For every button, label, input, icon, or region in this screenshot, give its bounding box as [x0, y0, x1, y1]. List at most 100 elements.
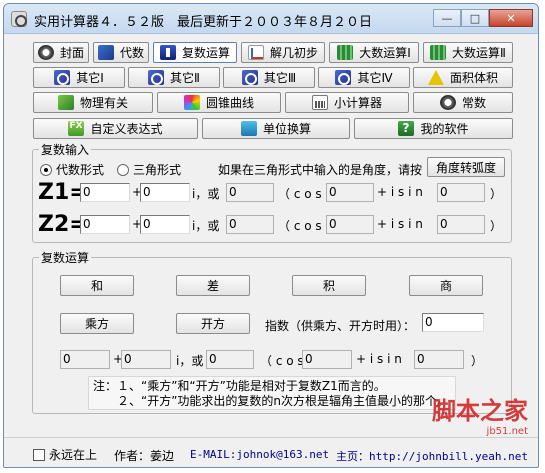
result-cos-arg-field[interactable]: 0 — [302, 350, 352, 369]
nav-area-button[interactable]: 面积体积 — [413, 67, 513, 88]
checkbox-label: 永远在上 — [49, 448, 98, 462]
result-modulus-field[interactable]: 0 — [206, 350, 254, 369]
nav-label: 其它Ⅱ — [170, 71, 200, 85]
note-line-1: 注：１、“乘方”和“开方”功能是相对于复数Z1而言的。 — [93, 379, 386, 393]
radio-unselected — [117, 163, 129, 176]
radio-selected — [40, 163, 52, 176]
nav-analytic-button[interactable]: 解几初步 — [241, 42, 325, 63]
fx-icon — [68, 121, 85, 136]
graph-icon — [247, 45, 264, 60]
result-sin-arg-field[interactable]: 0 — [414, 350, 464, 369]
nav-label: 解几初步 — [269, 46, 318, 60]
nav-label: 其它Ⅳ — [357, 71, 393, 85]
nav-bignum1-button[interactable]: 大数运算Ⅰ — [329, 42, 419, 63]
z1-modulus-field[interactable]: 0 — [226, 183, 274, 202]
z2-imag-input[interactable]: 0 — [140, 215, 190, 234]
algebra-icon — [97, 45, 114, 60]
difference-button[interactable]: 差 — [176, 275, 250, 296]
window-title: 实用计算器４．５２版 最后更新于２００３年８月２０日 — [34, 15, 373, 30]
cos-open-text: （ c o s — [260, 354, 304, 368]
disc-icon — [439, 95, 456, 110]
nav-custom-expr-button[interactable]: 自定义表达式 — [33, 118, 198, 139]
power-button[interactable]: 乘方 — [60, 313, 134, 334]
nav-label: 复数运算 — [181, 46, 230, 60]
i-or-text: i，或 — [192, 219, 220, 233]
bignum-icon — [337, 45, 354, 60]
z1-real-input[interactable]: 0 — [80, 183, 130, 202]
degree-to-radian-button[interactable]: 角度转弧度 — [427, 157, 505, 177]
nav-label: 封面 — [59, 46, 84, 60]
angle-hint-text: 如果在三角形式中输入的是角度，请按 — [218, 163, 423, 177]
cos-open-text: （ c o s — [278, 219, 322, 233]
close-paren: ） — [490, 219, 503, 233]
plus-isin-text: + i s i n — [377, 185, 423, 199]
nav-other2-button[interactable]: 其它Ⅱ — [128, 67, 220, 88]
app-window: 实用计算器４．５２版 最后更新于２００３年８月２０日 — □ ✕ 封面 代数 复… — [3, 3, 539, 468]
usage-note: 注：１、“乘方”和“开方”功能是相对于复数Z1而言的。 ２、“开方”功能求出的复… — [88, 376, 456, 410]
ops-group-legend: 复数运算 — [41, 251, 90, 265]
i-or-text: i，或 — [176, 354, 204, 368]
nav-constants-button[interactable]: 常数 — [413, 92, 513, 113]
nav-label: 大数运算Ⅰ — [359, 46, 411, 60]
nav-label: 代数 — [119, 46, 144, 60]
nav-label: 其它Ⅰ — [76, 71, 104, 85]
nav-label: 物理有关 — [79, 96, 128, 110]
trig-form-radio[interactable]: 三角形式 — [117, 161, 181, 178]
always-on-top-checkbox[interactable]: 永远在上 — [33, 446, 97, 463]
nav-calculator-button[interactable]: 小计算器 — [285, 92, 409, 113]
close-button[interactable]: ✕ — [489, 9, 533, 27]
result-real-field[interactable]: 0 — [60, 350, 110, 369]
nav-complex-button[interactable]: 复数运算 — [153, 42, 237, 63]
z1-cos-arg-field[interactable]: 0 — [326, 183, 374, 202]
z1-imag-input[interactable]: 0 — [140, 183, 190, 202]
other-icon — [54, 70, 71, 85]
nav-bignum2-button[interactable]: 大数运算Ⅱ — [423, 42, 513, 63]
z2-modulus-field[interactable]: 0 — [226, 215, 274, 234]
nav-conic-button[interactable]: 圆锥曲线 — [157, 92, 281, 113]
z2-real-input[interactable]: 0 — [80, 215, 130, 234]
result-imag-field[interactable]: 0 — [121, 350, 171, 369]
exponent-input[interactable]: 0 — [422, 313, 484, 332]
algebraic-form-radio[interactable]: 代数形式 — [40, 161, 104, 178]
nav-label: 单位换算 — [262, 122, 311, 136]
nav-units-button[interactable]: 单位换算 — [202, 118, 350, 139]
triangle-icon — [427, 70, 444, 85]
homepage-link[interactable]: 主页：http://johnbill.yeah.net — [336, 448, 528, 464]
root-button[interactable]: 开方 — [176, 313, 250, 334]
conic-icon — [183, 95, 200, 110]
units-icon — [240, 121, 257, 136]
status-footer: 永远在上 作者：姜边 E-MAIL:johnok@163.net 主页：http… — [4, 437, 538, 467]
nav-other1-button[interactable]: 其它Ⅰ — [33, 67, 125, 88]
nav-cover-button[interactable]: 封面 — [33, 42, 89, 63]
other-icon — [148, 70, 165, 85]
exponent-label: 指数（供乘方、开方时用）： — [265, 319, 416, 333]
nav-label: 大数运算Ⅱ — [452, 46, 506, 60]
maximize-button[interactable]: □ — [461, 9, 489, 27]
nav-label: 圆锥曲线 — [205, 96, 254, 110]
note-line-2: ２、“开方”功能求出的复数的n次方根是辐角主值最小的那个。 — [93, 394, 450, 408]
calculator-icon — [311, 95, 328, 110]
z1-sin-arg-field[interactable]: 0 — [437, 183, 485, 202]
other-icon — [335, 70, 352, 85]
nav-physics-button[interactable]: 物理有关 — [33, 92, 153, 113]
nav-label: 自定义表达式 — [90, 122, 163, 136]
watermark-url: jb51.net — [486, 426, 528, 437]
quotient-button[interactable]: 商 — [409, 275, 483, 296]
nav-other3-button[interactable]: 其它Ⅲ — [223, 67, 315, 88]
minimize-button[interactable]: — — [433, 9, 461, 27]
plus-isin-text: + i s i n — [356, 352, 402, 366]
nav-other4-button[interactable]: 其它Ⅳ — [318, 67, 410, 88]
app-icon[interactable] — [11, 11, 27, 27]
close-paren: ） — [490, 187, 503, 201]
cos-open-text: （ c o s — [278, 187, 322, 201]
radio-label: 三角形式 — [133, 163, 182, 177]
nav-mysoft-button[interactable]: 我的软件 — [354, 118, 513, 139]
z2-cos-arg-field[interactable]: 0 — [326, 215, 374, 234]
product-button[interactable]: 积 — [292, 275, 366, 296]
nav-algebra-button[interactable]: 代数 — [93, 42, 149, 63]
email-link[interactable]: E-MAIL:johnok@163.net — [190, 448, 329, 461]
nav-label: 面积体积 — [449, 71, 498, 85]
radio-label: 代数形式 — [56, 163, 105, 177]
z2-sin-arg-field[interactable]: 0 — [437, 215, 485, 234]
sum-button[interactable]: 和 — [60, 275, 134, 296]
